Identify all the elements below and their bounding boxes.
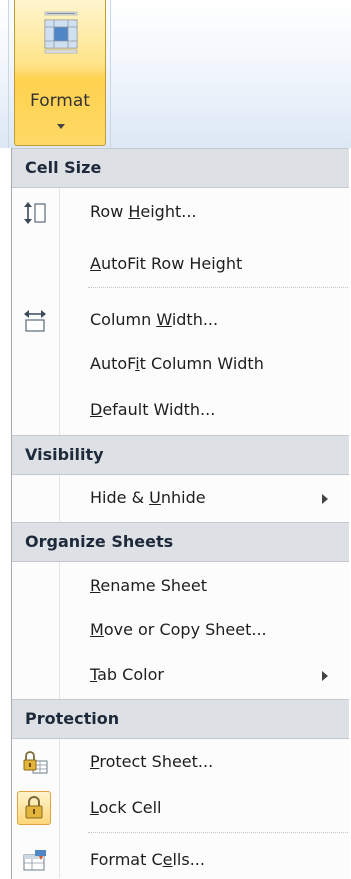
- format-cells-icon: [23, 850, 46, 871]
- menu-item-label: AutoFit Column Width: [90, 354, 264, 373]
- ribbon-separator: [8, 0, 9, 148]
- menu-item-format-cells[interactable]: Format Cells...: [12, 838, 349, 879]
- menu-item-lock-cell[interactable]: Lock Cell: [12, 786, 349, 832]
- submenu-arrow-icon: [322, 494, 328, 504]
- menu-item-label: Rename Sheet: [90, 576, 207, 595]
- menu-item-label: Tab Color: [90, 665, 164, 684]
- menu-item-label: Move or Copy Sheet...: [90, 620, 267, 639]
- section-title: Organize Sheets: [25, 532, 174, 551]
- menu-item-label: Hide & Unhide: [90, 488, 206, 507]
- menu-item-label: Row Height...: [90, 202, 197, 221]
- menu-item-tab-color[interactable]: Tab Color: [12, 653, 349, 699]
- menu-item-label: AutoFit Row Height: [90, 254, 243, 273]
- menu-item-move-copy-sheet[interactable]: Move or Copy Sheet...: [12, 608, 349, 654]
- section-header-protection: Protection: [12, 699, 349, 739]
- format-button[interactable]: Format: [14, 0, 106, 146]
- menu-item-hide-unhide[interactable]: Hide & Unhide: [12, 476, 349, 522]
- section-header-organize-sheets: Organize Sheets: [12, 522, 349, 562]
- format-dropdown-screen: Format Cell Size Row Height... AutoFit R…: [0, 0, 351, 879]
- menu-item-rename-sheet[interactable]: Rename Sheet: [12, 564, 349, 610]
- menu-item-default-width[interactable]: Default Width...: [12, 388, 349, 434]
- row-height-icon: [24, 202, 46, 224]
- menu-item-label: Protect Sheet...: [90, 752, 214, 771]
- protect-sheet-icon: [23, 751, 48, 774]
- section-title: Protection: [25, 709, 120, 728]
- column-width-icon: [24, 310, 46, 332]
- menu-item-row-height[interactable]: Row Height...: [12, 190, 349, 236]
- section-title: Visibility: [25, 445, 104, 464]
- menu-item-label: Default Width...: [90, 400, 216, 419]
- menu-item-label: Lock Cell: [90, 798, 162, 817]
- section-header-visibility: Visibility: [12, 435, 349, 475]
- format-button-label: Format: [30, 91, 90, 111]
- ribbon-separator: [110, 0, 111, 148]
- chevron-down-icon: [57, 124, 65, 129]
- lock-icon: [25, 796, 43, 819]
- menu-separator: [88, 287, 348, 288]
- submenu-arrow-icon: [322, 671, 328, 681]
- menu-item-label: Column Width...: [90, 310, 219, 329]
- menu-item-column-width[interactable]: Column Width...: [12, 298, 349, 344]
- menu-item-autofit-row-height[interactable]: AutoFit Row Height: [12, 242, 349, 288]
- menu-separator: [88, 832, 348, 833]
- menu-item-label: Format Cells...: [90, 850, 205, 869]
- format-cells-grid-icon: [44, 11, 78, 54]
- section-title: Cell Size: [25, 158, 102, 177]
- menu-item-protect-sheet[interactable]: Protect Sheet...: [12, 740, 349, 786]
- format-menu: Cell Size Row Height... AutoFit Row Heig…: [11, 148, 349, 879]
- section-header-cell-size: Cell Size: [12, 148, 349, 188]
- menu-item-autofit-column-width[interactable]: AutoFit Column Width: [12, 342, 349, 388]
